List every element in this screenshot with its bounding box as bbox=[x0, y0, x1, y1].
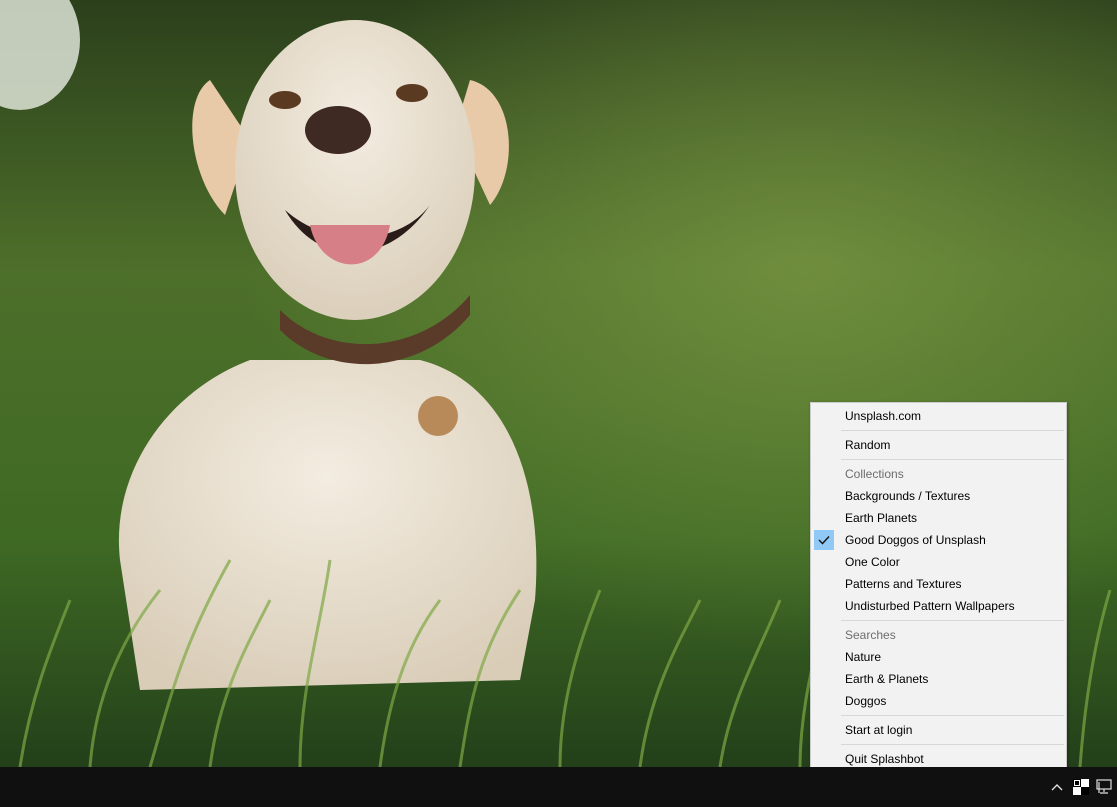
menu-item-label: Earth & Planets bbox=[845, 672, 929, 686]
menu-item-label: Patterns and Textures bbox=[845, 577, 962, 591]
menu-header-collections: Collections bbox=[811, 463, 1066, 485]
menu-item-label: Doggos bbox=[845, 694, 887, 708]
menu-item-label: Undisturbed Pattern Wallpapers bbox=[845, 599, 1015, 613]
menu-item-label: One Color bbox=[845, 555, 900, 569]
menu-item-start-at-login[interactable]: Start at login bbox=[811, 719, 1066, 741]
menu-item-doggos[interactable]: Doggos bbox=[811, 690, 1066, 712]
menu-item-label: Nature bbox=[845, 650, 882, 664]
checkmark-icon bbox=[814, 530, 834, 550]
taskbar bbox=[0, 767, 1117, 807]
menu-item-undisturbed-pattern-wallpapers[interactable]: Undisturbed Pattern Wallpapers bbox=[811, 595, 1066, 617]
menu-item-label: Good Doggos of Unsplash bbox=[845, 533, 986, 547]
menu-item-one-color[interactable]: One Color bbox=[811, 551, 1066, 573]
chevron-up-icon[interactable] bbox=[1045, 767, 1069, 807]
menu-separator bbox=[841, 715, 1064, 716]
menu-item-earth-planets[interactable]: Earth Planets bbox=[811, 507, 1066, 529]
network-icon[interactable] bbox=[1093, 767, 1117, 807]
menu-separator bbox=[841, 620, 1064, 621]
menu-separator bbox=[841, 744, 1064, 745]
menu-item-label: Backgrounds / Textures bbox=[845, 489, 971, 503]
menu-separator bbox=[841, 459, 1064, 460]
menu-item-unsplash-com[interactable]: Unsplash.com bbox=[811, 405, 1066, 427]
menu-item-label: Start at login bbox=[845, 723, 913, 737]
menu-item-label: Collections bbox=[845, 467, 904, 481]
menu-item-label: Quit Splashbot bbox=[845, 752, 924, 766]
splashbot-context-menu: Unsplash.com Random Collections Backgrounds… bbox=[810, 402, 1067, 773]
menu-item-label: Searches bbox=[845, 628, 896, 642]
splashbot-tray-icon[interactable] bbox=[1069, 767, 1093, 807]
system-tray bbox=[1045, 767, 1117, 807]
menu-header-searches: Searches bbox=[811, 624, 1066, 646]
menu-item-label: Unsplash.com bbox=[845, 409, 922, 423]
menu-separator bbox=[841, 430, 1064, 431]
menu-item-label: Earth Planets bbox=[845, 511, 918, 525]
menu-item-patterns-and-textures[interactable]: Patterns and Textures bbox=[811, 573, 1066, 595]
desktop: Unsplash.com Random Collections Backgrounds… bbox=[0, 0, 1117, 807]
menu-item-label: Random bbox=[845, 438, 891, 452]
menu-item-backgrounds-textures[interactable]: Backgrounds / Textures bbox=[811, 485, 1066, 507]
menu-item-random[interactable]: Random bbox=[811, 434, 1066, 456]
menu-item-earth-planets[interactable]: Earth & Planets bbox=[811, 668, 1066, 690]
menu-item-nature[interactable]: Nature bbox=[811, 646, 1066, 668]
menu-item-good-doggos-of-unsplash[interactable]: Good Doggos of Unsplash bbox=[811, 529, 1066, 551]
